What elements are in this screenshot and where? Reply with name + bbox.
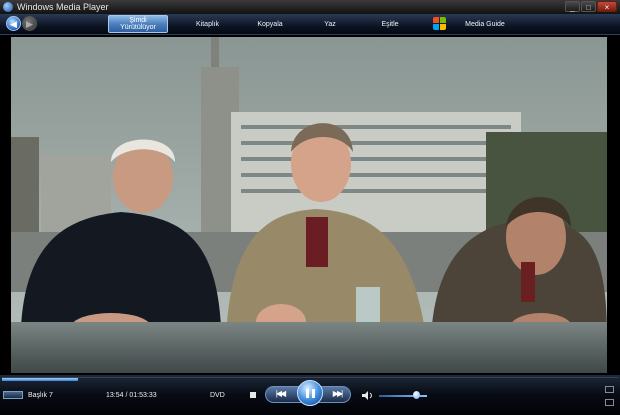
media-title: Başlık 7 bbox=[28, 392, 53, 399]
tab-now-playing-line1: Şimdi bbox=[129, 17, 147, 24]
tab-media-guide[interactable]: Media Guide bbox=[455, 15, 515, 33]
tab-library[interactable]: Kitaplık bbox=[180, 15, 235, 33]
task-navigation-bar: ◀ ▶ Şimdi Yürütülüyor Kitaplık Kopyala Y… bbox=[0, 14, 620, 35]
dvd-menu-button[interactable]: DVD bbox=[210, 391, 225, 400]
back-arrow-icon: ◀ bbox=[10, 19, 17, 29]
minimize-button[interactable]: _ bbox=[565, 1, 580, 12]
previous-icon[interactable]: |◀◀ bbox=[270, 388, 290, 400]
tab-sync[interactable]: Eşitle bbox=[360, 15, 420, 33]
window-title: Windows Media Player bbox=[17, 2, 109, 12]
fullscreen-icon[interactable] bbox=[605, 386, 614, 393]
video-frame bbox=[11, 37, 607, 373]
maximize-button[interactable]: □ bbox=[581, 1, 596, 12]
video-display[interactable] bbox=[11, 37, 607, 373]
volume-slider-thumb[interactable] bbox=[413, 391, 421, 399]
tab-now-playing-line2: Yürütülüyor bbox=[120, 24, 156, 31]
tab-burn[interactable]: Yaz bbox=[300, 15, 360, 33]
maximize-icon: □ bbox=[586, 3, 591, 12]
seek-bar-progress bbox=[2, 378, 78, 381]
speaker-icon[interactable] bbox=[362, 391, 374, 400]
tab-now-playing[interactable]: Şimdi Yürütülüyor bbox=[108, 15, 168, 33]
forward-button[interactable]: ▶ bbox=[22, 16, 37, 31]
close-button[interactable]: × bbox=[597, 1, 617, 12]
minimize-icon: _ bbox=[570, 3, 575, 12]
back-button[interactable]: ◀ bbox=[6, 16, 21, 31]
forward-arrow-icon: ▶ bbox=[26, 19, 33, 29]
media-player-app-icon bbox=[3, 2, 13, 12]
playback-control-bar: Başlık 7 13:54 / 01:53:33 DVD |◀◀ ▶▶| bbox=[0, 375, 620, 415]
next-icon[interactable]: ▶▶| bbox=[327, 388, 347, 400]
tab-rip[interactable]: Kopyala bbox=[245, 15, 295, 33]
time-display: 13:54 / 01:53:33 bbox=[106, 392, 157, 399]
compact-mode-icon[interactable] bbox=[605, 399, 614, 406]
dvd-status-icon bbox=[3, 391, 23, 399]
windows-logo-icon bbox=[433, 17, 447, 31]
close-icon: × bbox=[604, 3, 610, 12]
play-pause-button[interactable] bbox=[297, 380, 323, 406]
stop-icon[interactable] bbox=[250, 392, 256, 398]
title-bar: Windows Media Player _ □ × bbox=[0, 0, 620, 14]
